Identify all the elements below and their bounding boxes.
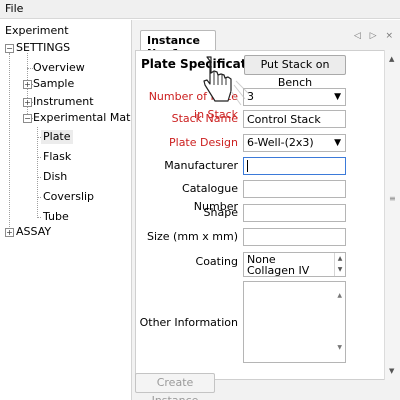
stack-name-input[interactable] bbox=[243, 110, 346, 128]
menu-bar: File bbox=[0, 0, 400, 19]
scroll-grip-icon[interactable]: ≡ bbox=[389, 194, 396, 203]
scroll-up-icon[interactable]: ▲ bbox=[337, 288, 342, 304]
tree-connector bbox=[37, 127, 38, 218]
scroll-down-icon[interactable]: ▼ bbox=[389, 367, 394, 375]
menu-file[interactable]: File bbox=[5, 2, 23, 15]
manufacturer-label: Manufacturer bbox=[164, 159, 238, 172]
plate-design-label: Plate Design bbox=[169, 136, 238, 149]
navigation-tree: Experiment − SETTINGS Overview + Sample … bbox=[0, 20, 144, 400]
coating-spinner[interactable]: ▲ ▼ bbox=[334, 253, 345, 276]
other-information-label: Other Information bbox=[139, 316, 238, 329]
tree-item-flask[interactable]: Flask bbox=[43, 150, 71, 164]
num-plates-select[interactable]: 3 ▼ bbox=[243, 88, 346, 106]
tree-connector bbox=[9, 53, 10, 233]
plate-design-select[interactable]: 6-Well-(2x3) ▼ bbox=[243, 134, 346, 152]
tree-item-dish[interactable]: Dish bbox=[43, 170, 67, 184]
tree-item-instrument[interactable]: Instrument bbox=[33, 95, 94, 109]
tree-connector bbox=[37, 177, 41, 178]
editor-pane: Instance No: 1 ◁ ▷ × Plate Specification… bbox=[131, 20, 400, 400]
chevron-down-icon: ▼ bbox=[334, 92, 341, 102]
tab-instance-1[interactable]: Instance No: 1 bbox=[140, 30, 216, 60]
tree-item-experiment[interactable]: Experiment bbox=[5, 24, 69, 38]
shape-label: Shape bbox=[203, 206, 238, 219]
tree-item-coverslip[interactable]: Coverslip bbox=[43, 190, 94, 204]
tree-item-overview[interactable]: Overview bbox=[33, 61, 85, 75]
plate-specifications-panel: Plate Specifications Put Stack on Bench … bbox=[135, 50, 385, 380]
expand-instrument-icon[interactable]: + bbox=[23, 98, 32, 107]
plate-design-value: 6-Well-(2x3) bbox=[247, 136, 314, 149]
tree-item-settings[interactable]: SETTINGS bbox=[16, 41, 70, 55]
put-stack-on-bench-button[interactable]: Put Stack on Bench bbox=[244, 55, 346, 89]
tab-controls[interactable]: ◁ ▷ × bbox=[354, 31, 396, 41]
spin-up-icon[interactable]: ▲ bbox=[335, 253, 345, 264]
chevron-down-icon: ▼ bbox=[334, 138, 341, 148]
hand-cursor-icon bbox=[203, 56, 250, 106]
other-information-textarea[interactable]: ▲ ▼ bbox=[243, 281, 346, 363]
expand-sample-icon[interactable]: + bbox=[23, 80, 32, 89]
tree-item-tube[interactable]: Tube bbox=[43, 210, 69, 224]
manufacturer-input[interactable] bbox=[243, 157, 346, 175]
scroll-up-icon[interactable]: ▲ bbox=[389, 55, 394, 63]
tree-item-experimental-matrix[interactable]: Experimental Matrix bbox=[33, 111, 144, 125]
tree-connector bbox=[37, 197, 41, 198]
tree-item-assay[interactable]: ASSAY bbox=[16, 225, 51, 239]
vertical-scrollbar[interactable]: ▲ ≡ ▼ bbox=[384, 50, 400, 380]
size-input[interactable] bbox=[243, 228, 346, 246]
catalogue-number-input[interactable] bbox=[243, 180, 346, 198]
size-label: Size (mm x mm) bbox=[146, 230, 238, 243]
tree-item-sample[interactable]: Sample bbox=[33, 77, 74, 91]
coating-listbox[interactable]: None Collagen IV ▲ ▼ bbox=[243, 252, 346, 277]
collapse-experimental-matrix-icon[interactable]: − bbox=[23, 114, 32, 123]
spin-down-icon[interactable]: ▼ bbox=[335, 264, 345, 275]
tree-connector bbox=[37, 217, 41, 218]
coating-label: Coating bbox=[195, 255, 238, 268]
coating-option[interactable]: Collagen IV bbox=[247, 265, 309, 276]
text-caret bbox=[247, 160, 248, 172]
collapse-settings-icon[interactable]: − bbox=[5, 44, 14, 53]
scroll-down-icon[interactable]: ▼ bbox=[337, 340, 342, 356]
expand-assay-icon[interactable]: + bbox=[5, 228, 14, 237]
create-instance-button[interactable]: Create Instance bbox=[135, 373, 215, 400]
tree-item-plate[interactable]: Plate bbox=[41, 130, 73, 144]
tree-connector bbox=[37, 157, 41, 158]
shape-input[interactable] bbox=[243, 204, 346, 222]
